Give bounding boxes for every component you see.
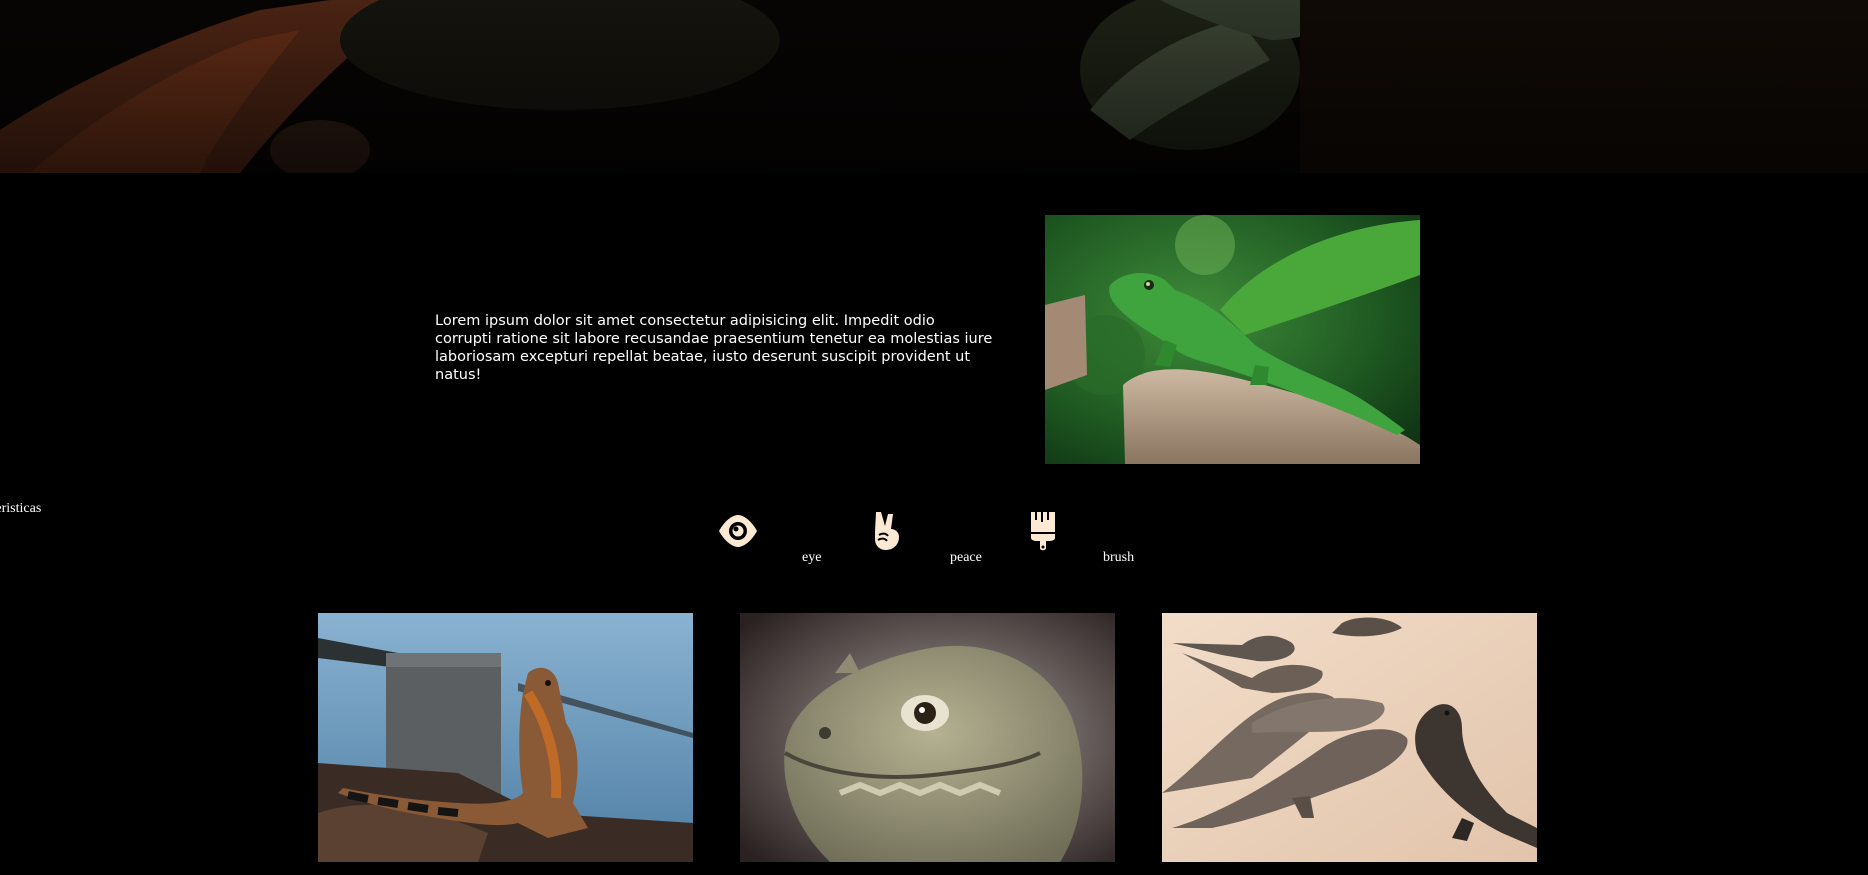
page: Lorem ipsum dolor sit amet consectetur a… — [0, 0, 1868, 875]
green-lizard-photo — [1045, 215, 1420, 464]
feature-label-eye: eye — [802, 550, 822, 565]
features-row: eye peace brush — [0, 510, 1868, 570]
feature-label-brush: brush — [1103, 550, 1135, 565]
gallery-photo-iguana-head — [740, 613, 1115, 862]
peace-icon — [866, 510, 908, 552]
gallery-photo-iguanas-sand — [1162, 613, 1537, 862]
brush-icon — [1022, 510, 1064, 552]
hero-banner-image — [0, 0, 1868, 173]
eye-icon — [717, 510, 759, 552]
feature-label-peace: peace — [950, 550, 982, 565]
gallery-photo-iguana-water — [318, 613, 693, 862]
intro-paragraph: Lorem ipsum dolor sit amet consectetur a… — [435, 313, 993, 383]
